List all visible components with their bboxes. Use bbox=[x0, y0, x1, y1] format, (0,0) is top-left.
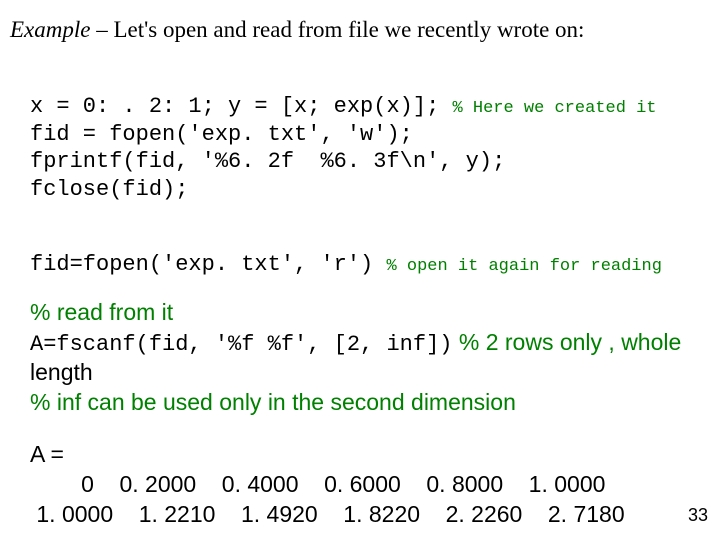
code-line: A=fscanf(fid, '%f %f', [2, inf]) bbox=[30, 332, 452, 357]
code-block-write: x = 0: . 2: 1; y = [x; exp(x)]; % Here w… bbox=[10, 66, 710, 204]
heading: Example – Let's open and read from file … bbox=[10, 16, 710, 44]
read-paragraph: % read from it A=fscanf(fid, '%f %f', [2… bbox=[10, 298, 710, 418]
heading-prefix: Example bbox=[10, 17, 90, 42]
comment-line: % read from it bbox=[30, 299, 173, 325]
code-line: fprintf(fid, '%6. 2f %6. 3f\n', y); bbox=[30, 149, 505, 174]
matrix-row: 1. 0000 1. 2210 1. 4920 1. 8220 2. 2260 … bbox=[30, 500, 710, 530]
code-line: fclose(fid); bbox=[30, 177, 188, 202]
heading-rest: – Let's open and read from file we recen… bbox=[90, 17, 584, 42]
code-comment: % Here we created it bbox=[452, 99, 656, 118]
code-line: fid=fopen('exp. txt', 'r') bbox=[30, 252, 386, 277]
text-line: length bbox=[30, 359, 93, 385]
comment-line: % 2 rows only , whole bbox=[452, 329, 681, 355]
code-line: fid = fopen('exp. txt', 'w'); bbox=[30, 122, 413, 147]
code-block-open: fid=fopen('exp. txt', 'r') % open it aga… bbox=[10, 223, 710, 278]
page-number: 33 bbox=[688, 505, 708, 526]
matrix-output: A = 0 0. 2000 0. 4000 0. 6000 0. 8000 1.… bbox=[10, 440, 710, 530]
code-line: x = 0: . 2: 1; y = [x; exp(x)]; bbox=[30, 94, 452, 119]
code-comment: % open it again for reading bbox=[386, 257, 661, 276]
slide: Example – Let's open and read from file … bbox=[0, 0, 720, 530]
matrix-row: 0 0. 2000 0. 4000 0. 6000 0. 8000 1. 000… bbox=[30, 470, 710, 500]
comment-line: % inf can be used only in the second dim… bbox=[30, 389, 516, 415]
matrix-label: A = bbox=[30, 440, 710, 470]
